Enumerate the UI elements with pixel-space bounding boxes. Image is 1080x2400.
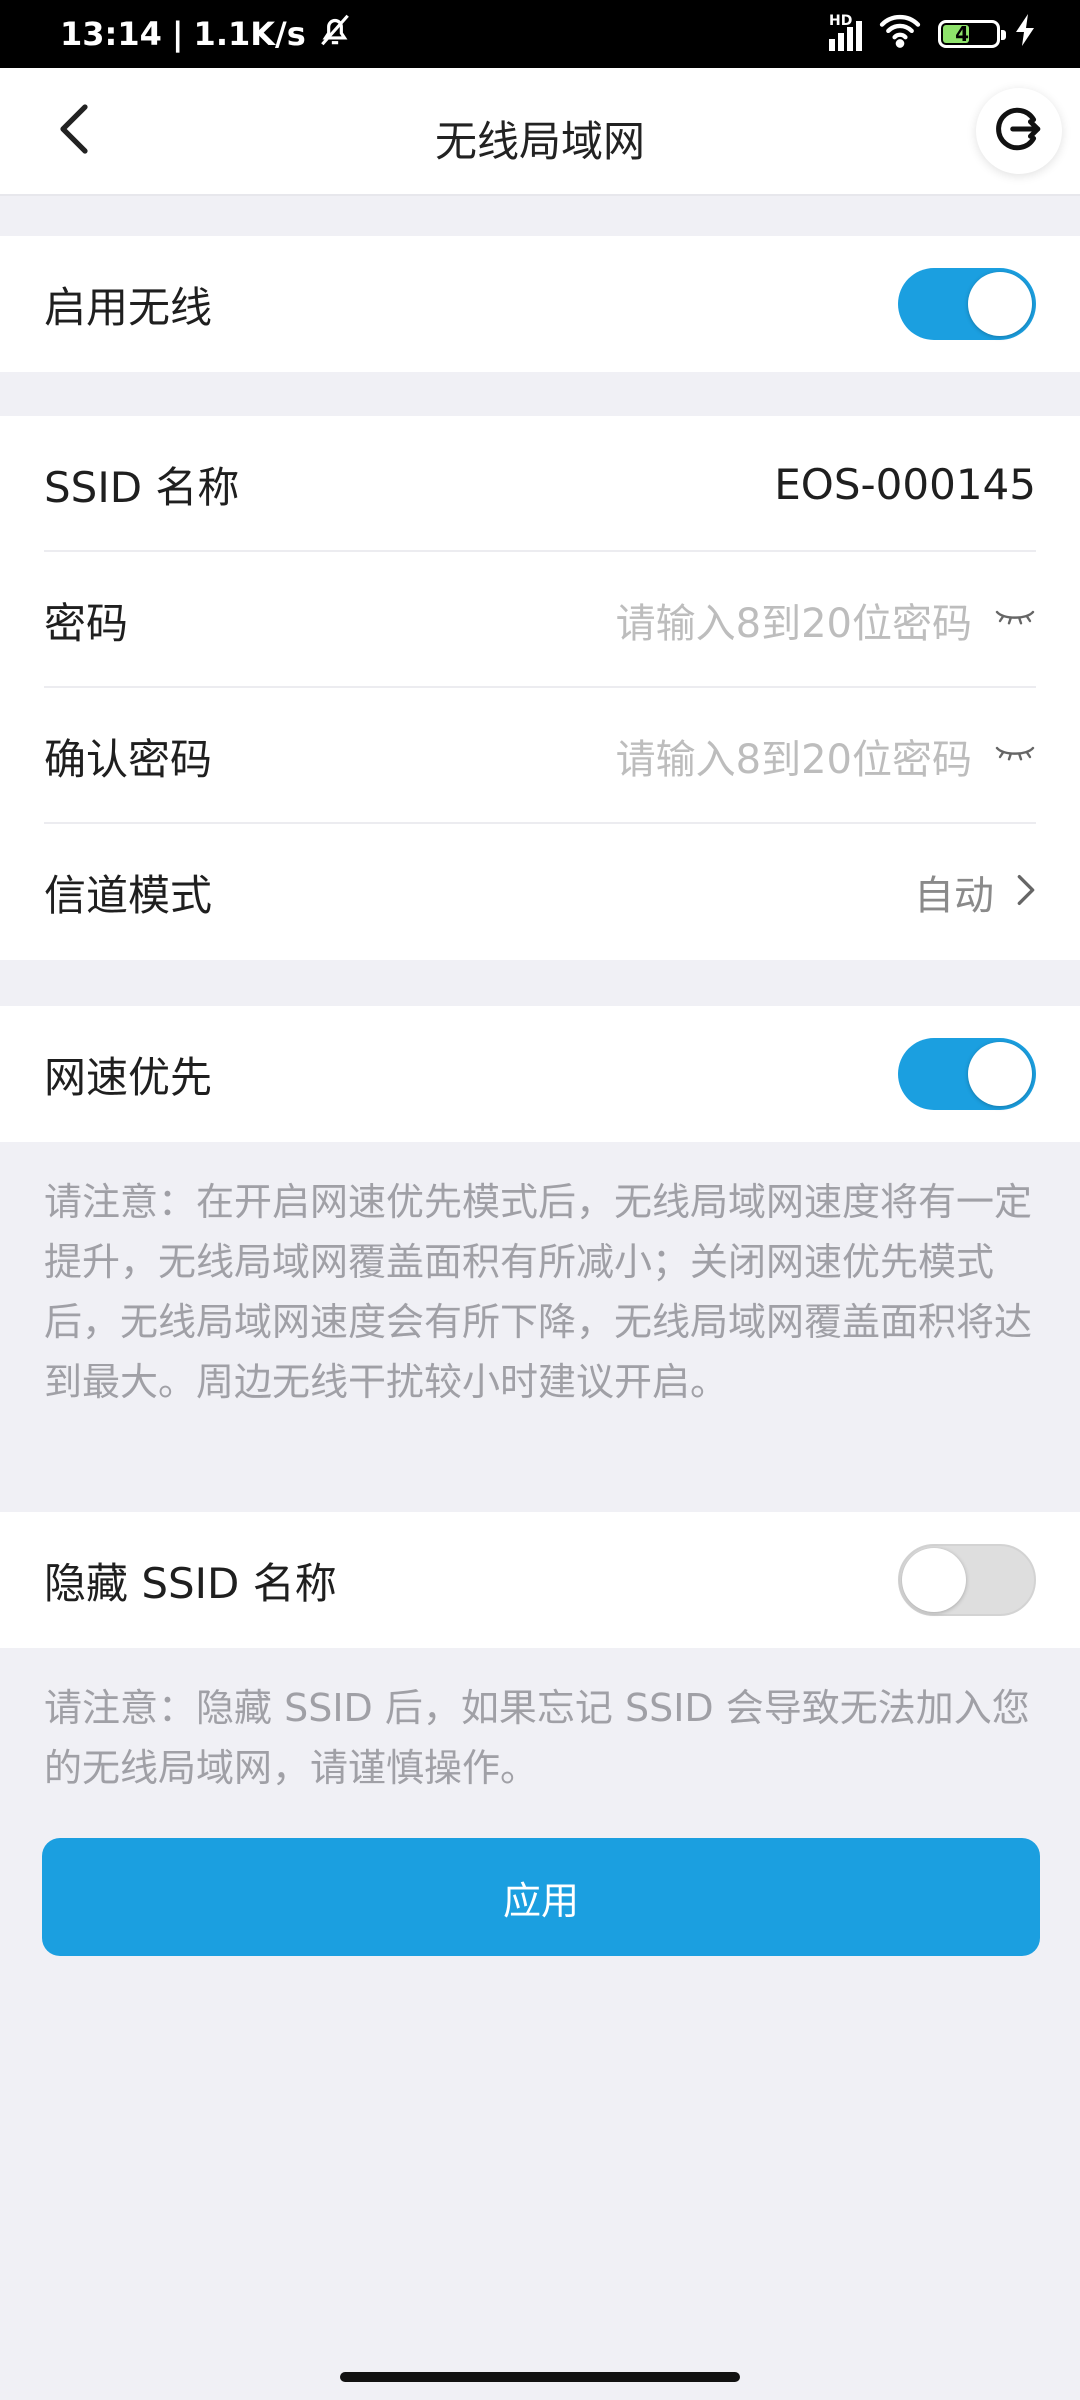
battery-icon: 48 bbox=[938, 20, 1006, 48]
enable-wireless-row: 启用无线 bbox=[0, 236, 1080, 372]
speed-priority-label: 网速优先 bbox=[44, 1052, 213, 1102]
page-title: 无线局域网 bbox=[434, 117, 645, 166]
status-network-speed: 1.1K/s bbox=[193, 15, 306, 53]
ssid-value[interactable]: EOS-000145 bbox=[774, 460, 1036, 509]
hide-ssid-card: 隐藏 SSID 名称 bbox=[0, 1512, 1080, 1648]
ssid-label: SSID 名称 bbox=[44, 462, 240, 512]
status-right: HD 48 bbox=[829, 12, 1036, 56]
home-indicator[interactable] bbox=[340, 2372, 740, 2382]
status-separator: | bbox=[171, 15, 184, 53]
eye-closed-icon[interactable] bbox=[994, 742, 1036, 770]
confirm-password-input[interactable]: 请输入8到20位密码 bbox=[616, 727, 972, 785]
password-row: 密码 请输入8到20位密码 bbox=[0, 552, 1080, 688]
wifi-icon bbox=[878, 12, 922, 56]
hide-ssid-row: 隐藏 SSID 名称 bbox=[0, 1512, 1080, 1648]
battery-level: 48 bbox=[955, 22, 983, 46]
speed-priority-card: 网速优先 bbox=[0, 1006, 1080, 1142]
speed-priority-toggle[interactable] bbox=[898, 1038, 1036, 1110]
confirm-password-row: 确认密码 请输入8到20位密码 bbox=[0, 688, 1080, 824]
channel-mode-value: 自动 bbox=[914, 873, 994, 919]
ssid-row[interactable]: SSID 名称 EOS-000145 bbox=[0, 416, 1080, 552]
signal-icon: HD bbox=[829, 13, 862, 51]
password-input[interactable]: 请输入8到20位密码 bbox=[616, 591, 972, 649]
enable-wireless-label: 启用无线 bbox=[44, 282, 213, 332]
hide-ssid-note: 请注意：隐藏 SSID 后，如果忘记 SSID 会导致无法加入您的无线局域网，请… bbox=[44, 1686, 1030, 1790]
charging-icon bbox=[1016, 14, 1036, 54]
enable-wireless-toggle[interactable] bbox=[898, 268, 1036, 340]
status-time: 13:14 bbox=[60, 15, 162, 53]
header: 无线局域网 bbox=[0, 68, 1080, 196]
hd-label: HD bbox=[829, 13, 853, 29]
speed-priority-note: 请注意：在开启网速优先模式后，无线局域网速度将有一定提升，无线局域网覆盖面积有所… bbox=[44, 1180, 1033, 1404]
confirm-password-label: 确认密码 bbox=[44, 734, 213, 784]
chevron-right-icon bbox=[1016, 873, 1036, 911]
eye-closed-icon[interactable] bbox=[994, 606, 1036, 634]
logout-button[interactable] bbox=[976, 88, 1062, 174]
password-label: 密码 bbox=[44, 598, 129, 648]
mute-icon bbox=[316, 11, 354, 57]
hide-ssid-label: 隐藏 SSID 名称 bbox=[44, 1558, 337, 1608]
channel-mode-row[interactable]: 信道模式 自动 bbox=[0, 824, 1080, 960]
status-left: 13:14 | 1.1K/s bbox=[60, 11, 354, 57]
wifi-settings-card: SSID 名称 EOS-000145 密码 请输入8到20位密码 确认密码 请输… bbox=[0, 416, 1080, 960]
apply-button[interactable]: 应用 bbox=[42, 1838, 1040, 1956]
speed-priority-row: 网速优先 bbox=[0, 1006, 1080, 1142]
logout-icon bbox=[994, 104, 1044, 158]
hide-ssid-toggle[interactable] bbox=[898, 1544, 1036, 1616]
enable-wireless-card: 启用无线 bbox=[0, 236, 1080, 372]
channel-mode-label: 信道模式 bbox=[44, 870, 213, 920]
status-bar: 13:14 | 1.1K/s HD 48 bbox=[0, 0, 1080, 68]
